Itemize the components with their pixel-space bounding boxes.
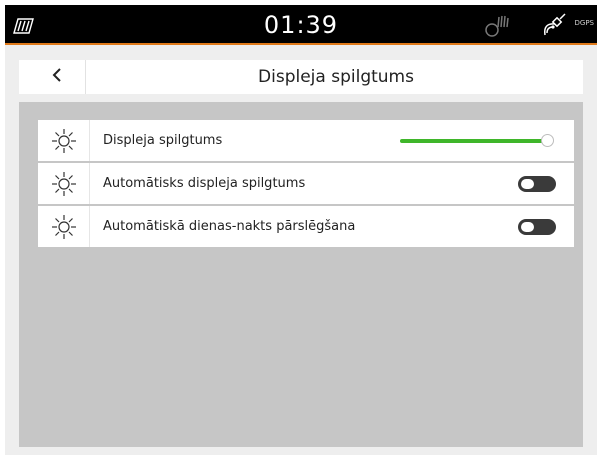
- page-header: Displeja spilgtums: [19, 60, 583, 94]
- setting-row-day-night-switch[interactable]: Automātiskā dienas-nakts pārslēgšana: [38, 206, 574, 247]
- slider-track: [400, 139, 548, 143]
- toggle-knob: [521, 222, 534, 232]
- status-bar: 01:39 DGPS: [5, 5, 597, 45]
- day-night-toggle[interactable]: [518, 219, 556, 235]
- slider-thumb[interactable]: [541, 134, 554, 147]
- brightness-slider[interactable]: [400, 134, 554, 148]
- setting-row-auto-brightness[interactable]: Automātisks displeja spilgtums: [38, 163, 574, 204]
- back-button[interactable]: [29, 60, 86, 94]
- sun-icon: [38, 120, 90, 161]
- toggle-knob: [521, 179, 534, 189]
- setting-row-display-brightness[interactable]: Displeja spilgtums: [38, 120, 574, 161]
- satellite-icon: [543, 13, 573, 41]
- dgps-label: DGPS: [574, 19, 594, 27]
- sun-icon: [38, 206, 90, 247]
- gps-signal-icon: [484, 13, 512, 41]
- page-title: Displeja spilgtums: [258, 67, 414, 87]
- chevron-left-icon: [51, 67, 63, 87]
- status-bar-accent-line: [5, 43, 597, 45]
- setting-label: Automātiskā dienas-nakts pārslēgšana: [103, 219, 356, 234]
- auto-brightness-toggle[interactable]: [518, 176, 556, 192]
- app-frame: 01:39 DGPS Displeja spilgtums Displeja s…: [5, 5, 597, 455]
- settings-panel: Displeja spilgtums Automātisks displeja …: [19, 102, 583, 447]
- sun-icon: [38, 163, 90, 204]
- setting-label: Automātisks displeja spilgtums: [103, 176, 306, 191]
